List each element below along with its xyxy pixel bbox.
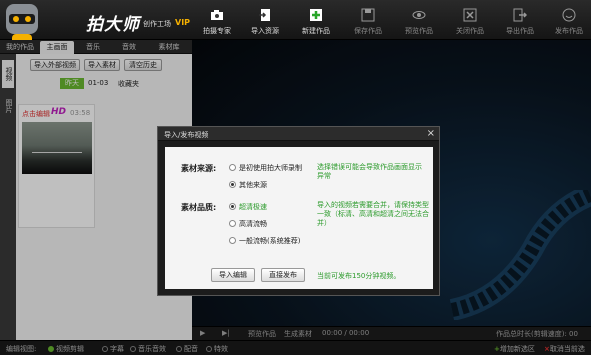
toolbar-label: 新建作品 bbox=[302, 27, 330, 35]
eye-icon bbox=[412, 11, 426, 19]
quality-note: 导入的视频若需要合并，请保持类型一致（标清、高清和超清之间无法合并） bbox=[317, 201, 429, 227]
toolbar-camera-expert[interactable]: 拍摄专家 bbox=[197, 8, 237, 36]
option-label: 其他来源 bbox=[239, 181, 267, 189]
dialog-title: 导入/发布视频 × bbox=[158, 127, 439, 141]
app-brand: 拍大师 bbox=[86, 15, 140, 35]
toolbar-import[interactable]: 导入资源 bbox=[245, 8, 285, 36]
source-option-recorded[interactable]: 是初使用拍大师录制 bbox=[229, 163, 302, 173]
option-label: 是初使用拍大师录制 bbox=[239, 164, 302, 172]
import-icon bbox=[259, 9, 270, 21]
import-edit-button[interactable]: 导入编辑 bbox=[211, 268, 255, 282]
quality-option-normal[interactable]: 一般流畅(系统推荐) bbox=[229, 236, 300, 246]
toolbar-preview[interactable]: 预览作品 bbox=[399, 8, 439, 36]
close-doc-icon bbox=[463, 8, 477, 22]
import-publish-dialog: 导入/发布视频 × 素材来源: 是初使用拍大师录制 其他来源 选择错误可能会导致… bbox=[157, 126, 440, 296]
source-note: 选择错误可能会导致作品画面显示异常 bbox=[317, 163, 422, 180]
toolbar-label: 预览作品 bbox=[405, 27, 433, 35]
dialog-title-text: 导入/发布视频 bbox=[164, 131, 209, 139]
toolbar-export[interactable]: 导出作品 bbox=[500, 8, 540, 36]
radio-selected-icon bbox=[229, 181, 236, 188]
quality-label: 素材品质: bbox=[181, 203, 217, 212]
close-icon[interactable]: × bbox=[427, 128, 435, 139]
radio-icon bbox=[229, 237, 236, 244]
toolbar-label: 关闭作品 bbox=[456, 27, 484, 35]
toolbar-label: 导出作品 bbox=[506, 27, 534, 35]
toolbar-publish[interactable]: 发布作品 bbox=[549, 8, 589, 36]
source-label: 素材来源: bbox=[181, 164, 217, 173]
smile-icon bbox=[562, 8, 576, 22]
new-icon bbox=[310, 9, 322, 21]
toolbar-new[interactable]: 新建作品 bbox=[296, 8, 336, 36]
radio-icon bbox=[229, 164, 236, 171]
quality-option-high[interactable]: 高清流畅 bbox=[229, 219, 267, 229]
dialog-body: 素材来源: 是初使用拍大师录制 其他来源 选择错误可能会导致作品画面显示异常 素… bbox=[165, 147, 433, 289]
source-option-other[interactable]: 其他来源 bbox=[229, 180, 267, 190]
option-label: 一般流畅(系统推荐) bbox=[239, 237, 301, 245]
toolbar-close[interactable]: 关闭作品 bbox=[450, 8, 490, 36]
radio-icon bbox=[229, 220, 236, 227]
export-icon bbox=[513, 8, 527, 22]
toolbar-label: 保存作品 bbox=[354, 27, 382, 35]
toolbar-label: 拍摄专家 bbox=[203, 27, 231, 35]
save-icon bbox=[361, 8, 375, 22]
toolbar-label: 导入资源 bbox=[251, 27, 279, 35]
option-label: 高清流畅 bbox=[239, 220, 267, 228]
direct-publish-button[interactable]: 直接发布 bbox=[261, 268, 305, 282]
quality-option-ultra[interactable]: 超清极速 bbox=[229, 202, 267, 212]
app-subtitle: 创作工场 bbox=[143, 20, 171, 28]
top-toolbar: 拍大师 创作工场 VIP 拍摄专家 导入资源 新建作品 保存作品 预览作品 关闭… bbox=[0, 0, 591, 52]
publish-limit-note: 当前可发布150分钟视频。 bbox=[317, 272, 401, 280]
toolbar-save[interactable]: 保存作品 bbox=[348, 8, 388, 36]
camera-icon bbox=[211, 10, 223, 20]
radio-selected-icon bbox=[229, 203, 236, 210]
option-label: 超清极速 bbox=[239, 203, 267, 211]
toolbar-label: 发布作品 bbox=[555, 27, 583, 35]
vip-badge: VIP bbox=[175, 18, 191, 27]
